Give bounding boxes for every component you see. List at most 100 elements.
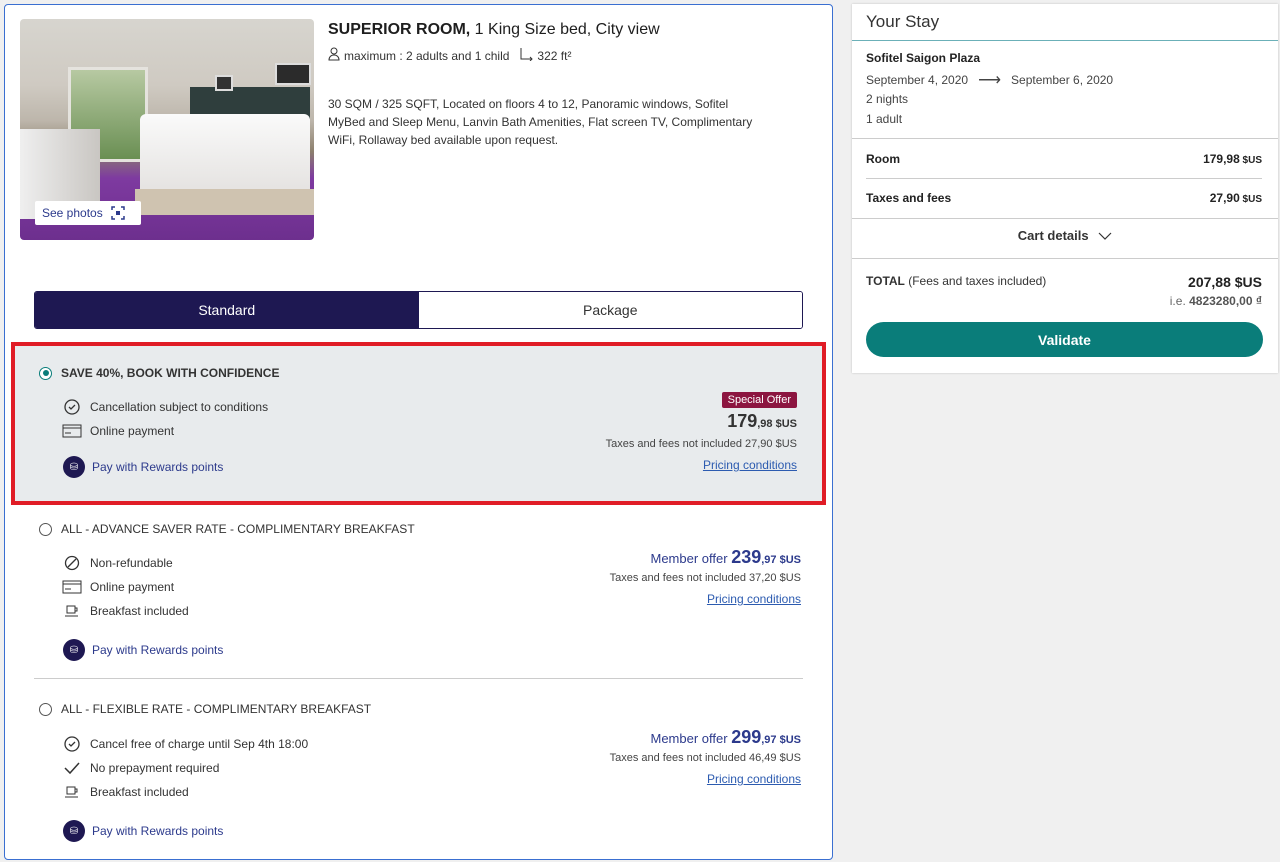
rewards-label: Pay with Rewards points xyxy=(92,824,224,838)
taxes-label: Taxes and fees xyxy=(866,191,952,205)
radio-button[interactable] xyxy=(39,522,52,536)
divider xyxy=(866,178,1262,179)
divider xyxy=(34,678,803,679)
card-icon xyxy=(62,423,82,439)
divider xyxy=(852,218,1278,219)
feature-item: Non-refundable xyxy=(62,555,173,571)
room-price-label: Room xyxy=(866,152,900,166)
feature-item: Breakfast included xyxy=(62,784,189,800)
feature-label: Online payment xyxy=(90,580,175,594)
clock-icon xyxy=(62,399,82,415)
rate-title-label: ALL - ADVANCE SAVER RATE - COMPLIMENTARY… xyxy=(61,522,415,536)
room-capacity: maximum : 2 adults and 1 child xyxy=(344,48,510,63)
feature-item: Cancellation subject to conditions xyxy=(62,399,268,415)
taxes-row: Taxes and fees 27,90 $US xyxy=(866,191,1262,205)
arrow-right-icon: ⟶ xyxy=(978,72,1002,89)
check-out-date: September 6, 2020 xyxy=(1011,73,1114,87)
price-block: Member offer 299,97 $US Taxes and fees n… xyxy=(610,727,801,788)
feature-label: Online payment xyxy=(90,424,175,438)
rate-title[interactable]: ALL - FLEXIBLE RATE - COMPLIMENTARY BREA… xyxy=(39,702,371,716)
price-block: Special Offer 179,98 $US Taxes and fees … xyxy=(606,390,797,474)
pay-with-rewards-link[interactable]: ⛁ Pay with Rewards points xyxy=(63,820,223,842)
feature-label: No prepayment required xyxy=(90,761,220,775)
room-price-row: Room 179,98 $US xyxy=(866,152,1262,166)
total-label-group: TOTAL (Fees and taxes included) xyxy=(866,274,1046,288)
member-offer-price: Member offer 299,97 $US xyxy=(610,727,802,748)
room-title-rest: 1 King Size bed, City view xyxy=(470,21,660,38)
stay-dates: September 4, 2020 ⟶ September 6, 2020 xyxy=(866,70,1113,90)
pricing-conditions-link[interactable]: Pricing conditions xyxy=(703,458,797,472)
see-photos-button[interactable]: See photos xyxy=(35,201,141,225)
total-note: (Fees and taxes included) xyxy=(904,274,1047,288)
clock-icon xyxy=(62,736,82,752)
feature-item: Online payment xyxy=(62,579,174,595)
rewards-label: Pay with Rewards points xyxy=(92,643,224,657)
pricing-conditions-link[interactable]: Pricing conditions xyxy=(707,772,801,786)
person-icon xyxy=(328,47,340,64)
room-price-value: 179,98 $US xyxy=(1203,152,1262,166)
feature-item: Online payment xyxy=(62,423,174,439)
tab-standard[interactable]: Standard xyxy=(35,292,419,328)
total-local-currency: i.e. 4823280,00 ₫ xyxy=(1170,294,1262,308)
check-icon xyxy=(62,760,82,776)
feature-label: Breakfast included xyxy=(90,785,189,799)
pricing-conditions-link[interactable]: Pricing conditions xyxy=(707,592,801,606)
cart-details-toggle[interactable]: Cart details xyxy=(852,228,1278,243)
price-dec: ,97 $US xyxy=(761,734,801,746)
room-card: See photos SUPERIOR ROOM, 1 King Size be… xyxy=(4,4,833,860)
member-offer-label: Member offer xyxy=(650,551,728,566)
expand-icon xyxy=(110,206,125,220)
area-icon xyxy=(519,47,534,64)
price-int: 299 xyxy=(731,727,762,747)
feature-item: Cancel free of charge until Sep 4th 18:0… xyxy=(62,736,308,752)
divider xyxy=(852,138,1278,139)
rate-title[interactable]: ALL - ADVANCE SAVER RATE - COMPLIMENTARY… xyxy=(39,522,415,536)
radio-button[interactable] xyxy=(39,702,52,716)
room-price-amount: 179,98 xyxy=(1203,152,1240,166)
price-int: 239 xyxy=(731,547,762,567)
chevron-down-icon xyxy=(1098,228,1112,243)
rewards-icon: ⛁ xyxy=(63,820,85,842)
rewards-icon: ⛁ xyxy=(63,639,85,661)
taxes-amount: 27,90 xyxy=(1209,191,1240,205)
no-refund-icon xyxy=(62,555,82,571)
room-price-currency: $US xyxy=(1239,155,1262,166)
total-value: 207,88 $US xyxy=(1188,274,1262,290)
rate-option[interactable]: SAVE 40%, BOOK WITH CONFIDENCE Cancellat… xyxy=(11,342,826,505)
room-meta: maximum : 2 adults and 1 child 322 ft² xyxy=(328,47,571,64)
price-dec: ,97 $US xyxy=(761,554,801,566)
divider xyxy=(852,258,1278,259)
rate-title-label: ALL - FLEXIBLE RATE - COMPLIMENTARY BREA… xyxy=(61,702,372,716)
rewards-label: Pay with Rewards points xyxy=(92,460,224,474)
validate-button[interactable]: Validate xyxy=(866,322,1263,357)
taxes-note: Taxes and fees not included 37,20 $US xyxy=(609,572,801,584)
pay-with-rewards-link[interactable]: ⛁ Pay with Rewards points xyxy=(63,639,223,661)
rate-title[interactable]: SAVE 40%, BOOK WITH CONFIDENCE xyxy=(39,366,279,380)
your-stay-panel: Your Stay Sofitel Saigon Plaza September… xyxy=(852,4,1278,373)
pay-with-rewards-link[interactable]: ⛁ Pay with Rewards points xyxy=(63,456,223,478)
price-int: 179 xyxy=(727,411,758,431)
room-size: 322 ft² xyxy=(537,48,572,63)
feature-item: No prepayment required xyxy=(62,760,219,776)
cup-icon xyxy=(62,784,82,800)
room-photo[interactable]: See photos xyxy=(20,19,314,240)
price: 179,98 $US xyxy=(606,411,797,432)
room-title-main: SUPERIOR ROOM, xyxy=(328,21,471,38)
member-offer-label: Member offer xyxy=(650,731,728,746)
tab-package[interactable]: Package xyxy=(418,292,802,328)
guest-count: 1 adult xyxy=(866,112,903,126)
taxes-note: Taxes and fees not included 46,49 $US xyxy=(609,752,801,764)
check-in-date: September 4, 2020 xyxy=(866,73,969,87)
cart-details-label: Cart details xyxy=(1017,228,1089,243)
price-dec: ,98 $US xyxy=(757,418,797,430)
your-stay-heading: Your Stay xyxy=(852,4,1278,41)
rate-option[interactable]: ALL - ADVANCE SAVER RATE - COMPLIMENTARY… xyxy=(11,513,826,679)
special-offer-badge: Special Offer xyxy=(721,392,797,408)
nights-count: 2 nights xyxy=(866,92,909,106)
rate-option[interactable]: ALL - FLEXIBLE RATE - COMPLIMENTARY BREA… xyxy=(11,693,826,859)
taxes-currency: $US xyxy=(1239,194,1262,205)
local-prefix: i.e. xyxy=(1169,294,1190,308)
radio-button[interactable] xyxy=(39,366,52,380)
hotel-name: Sofitel Saigon Plaza xyxy=(866,51,981,65)
taxes-value: 27,90 $US xyxy=(1210,191,1262,205)
